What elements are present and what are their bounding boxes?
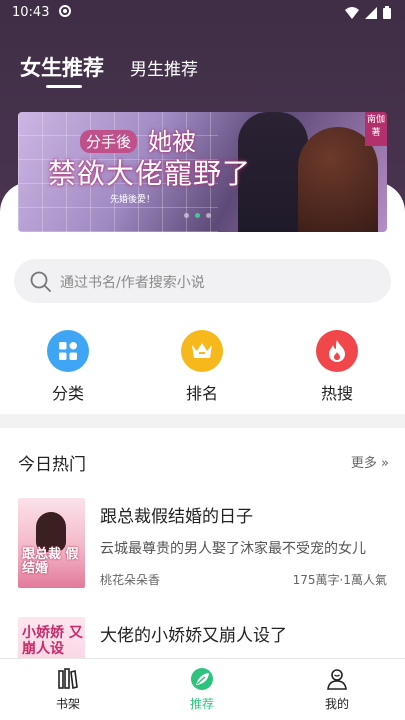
crown-icon: [181, 330, 223, 372]
carousel-dot: [184, 213, 189, 218]
bottom-nav: 书架 推荐 我的: [0, 658, 405, 720]
book-title: 跟总裁假结婚的日子: [100, 507, 253, 527]
status-icons: [345, 6, 391, 19]
signal-icon: [365, 6, 377, 19]
search-placeholder: 通过书名/作者搜索小说: [60, 275, 205, 291]
fire-icon: [316, 330, 358, 372]
book-title: 大佬的小娇娇又崩人设了: [100, 626, 287, 646]
more-link[interactable]: 更多 »: [351, 452, 389, 471]
status-bar: 10:43: [0, 0, 405, 28]
tab-male-recommend[interactable]: 男生推荐: [130, 55, 198, 80]
carousel-dot-active: [195, 213, 200, 218]
carousel-dot: [206, 213, 211, 218]
gender-tabs: 女生推荐 男生推荐: [0, 50, 405, 90]
user-icon: [307, 665, 367, 693]
leaf-icon: [172, 665, 232, 693]
status-time: 10:43: [12, 5, 50, 20]
nav-bookshelf[interactable]: 书架: [38, 665, 98, 712]
book-item[interactable]: 跟总裁 假结婚 跟总裁假结婚的日子 云城最尊贵的男人娶了沐家最不受宠的女儿 桃花…: [0, 498, 405, 594]
banner-title-c: 禁欲大佬寵野了: [48, 157, 252, 190]
nav-recommend-label: 推荐: [189, 697, 214, 711]
nav-bookshelf-label: 书架: [55, 697, 80, 711]
banner-subtitle: 先婚後愛！: [110, 195, 156, 205]
category-label: 分类: [51, 384, 84, 403]
tab-female-recommend[interactable]: 女生推荐: [20, 52, 104, 82]
settings-status-icon: [58, 4, 72, 22]
today-hot-section: 今日热门 更多 » 跟总裁 假结婚 跟总裁假结婚的日子 云城最尊贵的男人娶了沐家…: [0, 428, 405, 707]
battery-icon: [383, 6, 391, 19]
ranking-button[interactable]: 排名: [162, 330, 242, 404]
nav-profile[interactable]: 我的: [307, 665, 367, 712]
banner-title-a: 分手後: [80, 130, 138, 153]
hot-search-label: 热搜: [320, 384, 353, 403]
search-icon: [30, 271, 52, 297]
book-description: 云城最尊贵的男人娶了沐家最不受宠的女儿: [100, 541, 366, 557]
wifi-icon: [345, 6, 359, 19]
section-title: 今日热门: [18, 455, 86, 475]
book-meta: 175萬字·1萬人氣: [292, 573, 387, 587]
bookshelf-icon: [38, 665, 98, 693]
book-author: 桃花朵朵香: [100, 573, 161, 587]
category-button[interactable]: 分类: [28, 330, 108, 404]
grid-icon: [47, 330, 89, 372]
banner-author-tag: 南伽著: [365, 112, 387, 146]
ranking-label: 排名: [185, 384, 218, 403]
search-bar[interactable]: 通过书名/作者搜索小说: [14, 259, 391, 303]
nav-recommend[interactable]: 推荐: [172, 665, 232, 712]
nav-profile-label: 我的: [324, 697, 349, 711]
carousel-indicator: [184, 213, 211, 218]
hot-search-button[interactable]: 热搜: [297, 330, 377, 404]
book-cover: 跟总裁 假结婚: [18, 498, 85, 588]
tab-underline: [46, 85, 82, 88]
